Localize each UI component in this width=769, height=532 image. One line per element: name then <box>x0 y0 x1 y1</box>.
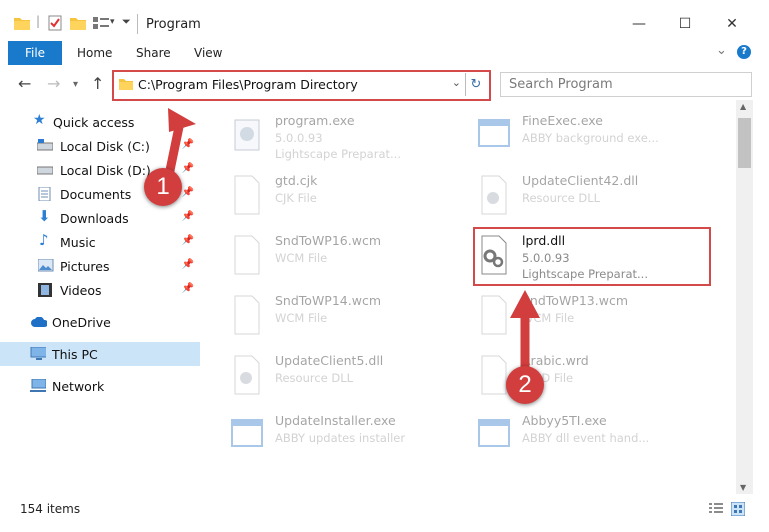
step-2-badge: 2 <box>506 366 544 404</box>
annotation-arrows <box>163 108 540 370</box>
step-1-badge: 1 <box>144 168 182 206</box>
arrow-2-head <box>510 290 540 318</box>
